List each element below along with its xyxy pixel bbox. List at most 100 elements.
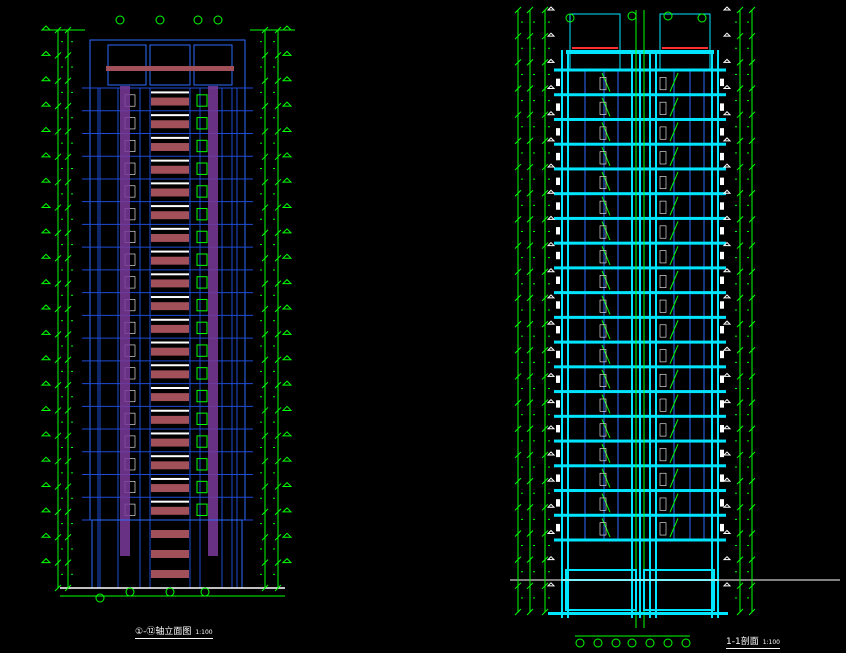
- elevation-axis-bubble: [95, 593, 105, 603]
- section-window-mark: [556, 449, 560, 458]
- section-level-marker: [546, 32, 556, 37]
- section-window-mark: [556, 301, 560, 309]
- section-floor-slab: [554, 93, 726, 97]
- section-axis-bubble: [593, 638, 603, 648]
- section-floor-slab: [554, 414, 726, 418]
- section-drawing: [510, 6, 840, 648]
- section-level-marker: [546, 6, 556, 11]
- section-window-mark: [556, 78, 560, 87]
- section-level-marker: [722, 555, 732, 561]
- section-floor-slab: [554, 142, 726, 146]
- elevation-podium-slab: [151, 550, 189, 558]
- elevation-railing: [151, 296, 189, 299]
- section-roof-room: [569, 13, 621, 71]
- elevation-railing: [151, 432, 189, 435]
- section-floor-slab: [554, 513, 726, 517]
- elevation-railing: [151, 114, 189, 117]
- section-window-mark: [720, 400, 724, 408]
- elevation-balcony-slab: [151, 461, 189, 470]
- elevation-level-marker: [281, 76, 293, 82]
- elevation-level-marker: [281, 152, 293, 158]
- elevation-level-marker: [281, 25, 293, 31]
- section-axis-bubble: [575, 638, 585, 648]
- section-level-marker: [546, 84, 556, 90]
- elevation-balcony-slab: [151, 484, 189, 493]
- section-door: [659, 497, 667, 511]
- elevation-railing: [151, 250, 189, 253]
- section-window-mark: [720, 177, 724, 186]
- section-axis-bubble: [627, 638, 637, 648]
- section-floor-slab: [554, 266, 726, 270]
- section-level-marker: [546, 215, 556, 220]
- elevation-balcony-slab: [151, 233, 189, 242]
- elevation-level-marker: [281, 380, 293, 386]
- section-level-marker: [546, 425, 556, 430]
- section-window-mark: [720, 276, 724, 284]
- elevation-level-marker: [40, 177, 52, 183]
- elevation-level-marker: [281, 405, 293, 411]
- elevation-ac-unit: [196, 480, 208, 494]
- elevation-balcony-slab: [151, 211, 189, 220]
- elevation-axis-bubble: [165, 587, 175, 597]
- elevation-podium-slab: [151, 570, 189, 578]
- section-level-marker: [546, 163, 556, 168]
- section-window-mark: [556, 326, 560, 334]
- elevation-ac-unit: [196, 389, 208, 403]
- elevation-axis-bubble: [115, 15, 125, 25]
- elevation-crown-bay: [107, 44, 147, 86]
- section-level-marker: [546, 110, 556, 116]
- section-level-marker: [546, 398, 556, 404]
- elevation-ac-unit: [196, 139, 208, 153]
- elevation-ac-unit: [196, 321, 208, 335]
- elevation-balcony-slab: [151, 302, 189, 311]
- section-level-marker: [722, 189, 732, 194]
- section-floor-slab: [554, 291, 726, 295]
- elevation-railing: [151, 205, 189, 208]
- section-axis-bubble: [611, 638, 621, 648]
- section-basement: [643, 569, 715, 611]
- section-window-mark: [556, 276, 560, 284]
- elevation-railing: [151, 477, 189, 480]
- cad-drawing-canvas: ①-⑫轴立面图 1:100 1-1剖面 1:100: [0, 0, 846, 649]
- section-level-marker: [546, 189, 556, 194]
- section-window-mark: [720, 474, 724, 482]
- section-window-mark: [556, 227, 560, 235]
- elevation-balcony-slab: [151, 506, 189, 515]
- section-level-marker: [722, 110, 732, 116]
- section-window-mark: [556, 375, 560, 383]
- section-scale: 1:100: [762, 639, 780, 646]
- elevation-level-marker: [281, 126, 293, 132]
- elevation-level-marker: [281, 101, 293, 107]
- elevation-level-marker: [40, 532, 52, 538]
- elevation-title: ①-⑫轴立面图 1:100: [135, 624, 213, 639]
- elevation-title-underline: [135, 638, 213, 639]
- elevation-level-marker: [40, 101, 52, 107]
- elevation-level-marker: [40, 202, 52, 209]
- section-level-marker: [546, 555, 556, 561]
- elevation-balcony-slab: [151, 120, 189, 129]
- elevation-level-marker: [40, 152, 52, 158]
- elevation-balcony-slab: [151, 188, 189, 197]
- section-door: [659, 126, 667, 140]
- section-window-mark: [720, 301, 724, 309]
- elevation-balcony-slab: [151, 279, 189, 288]
- section-door: [659, 522, 667, 536]
- elevation-level-marker: [281, 456, 293, 462]
- elevation-railing: [151, 136, 189, 139]
- section-level-marker: [722, 425, 732, 430]
- section-floor-slab: [554, 340, 726, 344]
- section-floor-slab: [554, 464, 726, 468]
- elevation-railing: [151, 455, 189, 458]
- section-window-mark: [556, 177, 560, 186]
- section-window-mark: [556, 474, 560, 482]
- elevation-level-marker: [40, 253, 52, 259]
- section-level-marker: [546, 477, 556, 482]
- section-level-marker: [722, 84, 732, 90]
- section-level-marker: [546, 268, 556, 273]
- section-window-mark: [556, 499, 560, 507]
- section-door: [659, 77, 667, 91]
- section-level-marker: [546, 241, 556, 247]
- section-foundation: [548, 612, 728, 615]
- section-window-mark: [720, 202, 724, 210]
- section-door: [659, 423, 667, 437]
